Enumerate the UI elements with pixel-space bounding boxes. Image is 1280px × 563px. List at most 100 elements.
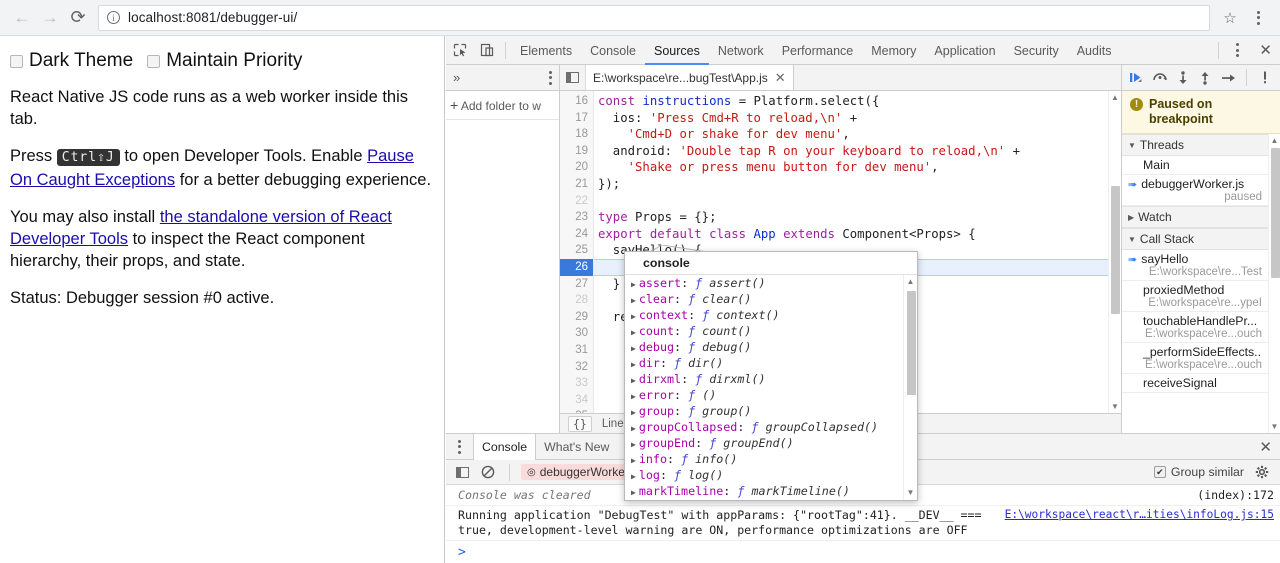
console-prompt[interactable]: >	[446, 541, 1280, 563]
expand-triangle-icon[interactable]: ▶	[631, 328, 636, 337]
scroll-up-arrow-icon[interactable]: ▲	[1109, 91, 1121, 104]
autocomplete-item[interactable]: ▶context: ƒ context()	[625, 307, 917, 323]
group-similar-checkbox[interactable]: ✔	[1154, 466, 1166, 478]
add-folder-to-workspace-button[interactable]: + Add folder to w	[446, 91, 559, 120]
tab-sources[interactable]: Sources	[645, 36, 709, 65]
section-threads[interactable]: ▼ Threads	[1122, 134, 1268, 156]
expand-triangle-icon[interactable]: ▶	[631, 424, 636, 433]
group-similar-toggle[interactable]: ✔ Group similar	[1154, 465, 1244, 479]
toggle-device-toolbar-button[interactable]	[473, 37, 500, 64]
tab-memory[interactable]: Memory	[862, 36, 925, 65]
close-devtools-button[interactable]: ✕	[1251, 41, 1280, 59]
reload-button[interactable]: ⟳	[64, 4, 92, 32]
console-message-source[interactable]: E:\workspace\react\r…ities\infoLog.js:15	[1005, 508, 1274, 538]
tab-console[interactable]: Console	[581, 36, 645, 65]
console-settings-button[interactable]	[1250, 459, 1274, 486]
editor-line-gutter[interactable]: 16 17 18 19 20 21 22 23 24 25 26 27 28 2…	[560, 91, 594, 413]
console-context-selector[interactable]: ◎ debuggerWorke	[521, 464, 631, 480]
expand-triangle-icon[interactable]: ▶	[631, 456, 636, 465]
maintain-priority-label[interactable]: Maintain Priority	[166, 50, 302, 72]
navigator-menu-icon[interactable]	[549, 71, 552, 85]
browser-menu-button[interactable]	[1244, 4, 1272, 32]
tab-performance[interactable]: Performance	[773, 36, 863, 65]
scroll-down-arrow-icon[interactable]: ▼	[1269, 420, 1280, 433]
section-watch[interactable]: ▶ Watch	[1122, 206, 1268, 228]
step-over-button[interactable]	[1150, 67, 1170, 88]
close-tab-icon[interactable]: ✕	[775, 70, 786, 86]
back-button[interactable]: ←	[8, 4, 36, 32]
call-stack-row[interactable]: ➠ sayHello E:\workspace\re...Test	[1122, 250, 1268, 281]
autocomplete-item[interactable]: ▶count: ƒ count()	[625, 323, 917, 339]
drawer-tab-whats-new[interactable]: What's New	[536, 434, 617, 460]
autocomplete-item[interactable]: ▶dir: ƒ dir()	[625, 355, 917, 371]
chevron-double-right-icon[interactable]: »	[453, 70, 460, 85]
call-stack-row[interactable]: receiveSignal	[1122, 374, 1268, 393]
expand-triangle-icon[interactable]: ▶	[631, 296, 636, 305]
autocomplete-item[interactable]: ▶markTimeline: ƒ markTimeline()	[625, 483, 917, 499]
expand-triangle-icon[interactable]: ▶	[631, 280, 636, 289]
autocomplete-item[interactable]: ▶groupCollapsed: ƒ groupCollapsed()	[625, 419, 917, 435]
resume-script-execution-button[interactable]	[1127, 67, 1147, 88]
autocomplete-item[interactable]: ▶assert: ƒ assert()	[625, 275, 917, 291]
call-stack-row[interactable]: touchableHandlePr... E:\workspace\re...o…	[1122, 312, 1268, 343]
expand-triangle-icon[interactable]: ▶	[631, 312, 636, 321]
drawer-tab-console[interactable]: Console	[473, 434, 536, 460]
autocomplete-item[interactable]: ▶groupEnd: ƒ groupEnd()	[625, 435, 917, 451]
inspect-element-button[interactable]	[446, 37, 473, 64]
scrollbar-thumb[interactable]	[1271, 148, 1280, 278]
console-message-source[interactable]: (index):172	[1197, 485, 1280, 505]
autocomplete-item[interactable]: ▶error: ƒ ()	[625, 387, 917, 403]
autocomplete-item[interactable]: ▶clear: ƒ clear()	[625, 291, 917, 307]
expand-triangle-icon[interactable]: ▶	[631, 408, 636, 417]
address-bar[interactable]: i localhost:8081/debugger-ui/	[98, 5, 1210, 31]
call-stack-row[interactable]: proxiedMethod E:\workspace\re...ypeI	[1122, 281, 1268, 312]
expand-triangle-icon[interactable]: ▶	[631, 344, 636, 353]
expand-triangle-icon[interactable]: ▶	[631, 472, 636, 481]
scroll-up-arrow-icon[interactable]: ▲	[904, 275, 917, 289]
scrollbar-thumb[interactable]	[1111, 186, 1120, 314]
thread-row[interactable]: ➠ debuggerWorker.js paused	[1122, 175, 1268, 206]
expand-triangle-icon[interactable]: ▶	[631, 488, 636, 497]
call-stack-row[interactable]: _performSideEffects... E:\workspace\re..…	[1122, 343, 1268, 374]
dark-theme-label[interactable]: Dark Theme	[29, 50, 133, 72]
clear-console-button[interactable]	[478, 459, 498, 486]
editor-vertical-scrollbar[interactable]: ▲ ▼	[1108, 91, 1121, 413]
expand-triangle-icon[interactable]: ▶	[631, 376, 636, 385]
tab-security[interactable]: Security	[1005, 36, 1068, 65]
scroll-down-arrow-icon[interactable]: ▼	[904, 486, 917, 500]
scroll-down-arrow-icon[interactable]: ▼	[1109, 400, 1121, 413]
autocomplete-item[interactable]: ▶info: ƒ info()	[625, 451, 917, 467]
expand-triangle-icon[interactable]: ▶	[631, 360, 636, 369]
autocomplete-item[interactable]: ▶debug: ƒ debug()	[625, 339, 917, 355]
bookmark-button[interactable]: ☆	[1216, 4, 1244, 32]
thread-row[interactable]: Main	[1122, 156, 1268, 175]
page-info-icon[interactable]: i	[107, 11, 120, 24]
dark-theme-checkbox[interactable]	[10, 55, 23, 68]
step-out-button[interactable]	[1196, 67, 1216, 88]
close-drawer-button[interactable]: ✕	[1251, 438, 1280, 456]
scrollbar-thumb[interactable]	[907, 291, 916, 395]
tab-application[interactable]: Application	[925, 36, 1004, 65]
deactivate-breakpoints-button[interactable]	[1255, 67, 1275, 88]
autocomplete-list[interactable]: ▶assert: ƒ assert() ▶clear: ƒ clear() ▶c…	[625, 275, 917, 500]
tab-audits[interactable]: Audits	[1068, 36, 1121, 65]
tab-network[interactable]: Network	[709, 36, 773, 65]
autocomplete-item[interactable]: ▶group: ƒ group()	[625, 403, 917, 419]
expand-triangle-icon[interactable]: ▶	[631, 392, 636, 401]
autocomplete-scrollbar[interactable]: ▲ ▼	[903, 275, 917, 500]
drawer-menu-button[interactable]	[446, 433, 473, 460]
debugger-sidebar-scrollbar[interactable]: ▲ ▼	[1268, 134, 1280, 433]
open-file-tab[interactable]: E:\workspace\re...bugTest\App.js ✕	[586, 65, 794, 90]
maintain-priority-checkbox[interactable]	[147, 55, 160, 68]
forward-button[interactable]: →	[36, 4, 64, 32]
step-button[interactable]	[1218, 67, 1238, 88]
pretty-print-button[interactable]: {}	[568, 416, 592, 432]
hide-navigator-button[interactable]	[560, 65, 586, 90]
autocomplete-popup[interactable]: console ▶assert: ƒ assert() ▶clear: ƒ cl…	[624, 251, 918, 501]
autocomplete-item[interactable]: ▶log: ƒ log()	[625, 467, 917, 483]
show-console-sidebar-button[interactable]	[452, 459, 472, 486]
autocomplete-item[interactable]: ▶dirxml: ƒ dirxml()	[625, 371, 917, 387]
section-call-stack[interactable]: ▼ Call Stack	[1122, 228, 1268, 250]
devtools-main-menu-button[interactable]	[1224, 37, 1251, 64]
expand-triangle-icon[interactable]: ▶	[631, 440, 636, 449]
